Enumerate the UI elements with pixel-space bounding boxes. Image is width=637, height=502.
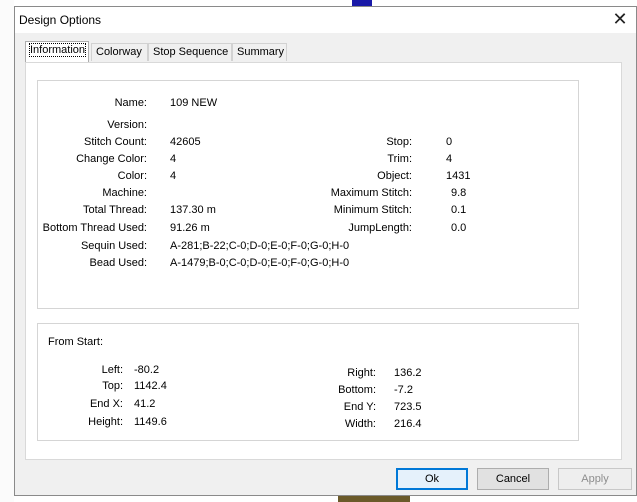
end-x-value: 41.2 (134, 398, 156, 410)
name-label: Name: (114, 97, 147, 109)
from-start-group: From Start: Left: -80.2 Top: 1142.4 End … (37, 323, 579, 441)
end-y-value: 723.5 (394, 401, 422, 413)
right-label: Right: (347, 367, 376, 379)
sequin-used-value: A-281;B-22;C-0;D-0;E-0;F-0;G-0;H-0 (170, 240, 350, 252)
from-start-heading: From Start: (48, 336, 104, 348)
stitch-count-value: 42605 (170, 136, 201, 148)
information-tab-panel: Name: 109 NEW Version: Stitch Count: 426… (25, 62, 622, 460)
bottom-value: -7.2 (394, 384, 413, 396)
tab-summary[interactable]: Summary (232, 43, 287, 61)
design-info-group: Name: 109 NEW Version: Stitch Count: 426… (37, 80, 579, 309)
end-x-label: End X: (89, 398, 123, 410)
tab-stop-sequence[interactable]: Stop Sequence (148, 43, 232, 61)
version-label: Version: (107, 119, 147, 131)
dialog-title: Design Options (19, 13, 102, 27)
end-y-label: End Y: (343, 401, 376, 413)
left-label: Left: (101, 364, 123, 376)
bottom-label: Bottom: (338, 384, 376, 396)
width-label: Width: (344, 418, 376, 430)
stop-value: 0 (446, 136, 453, 148)
height-label: Height: (88, 416, 123, 428)
trim-label: Trim: (387, 153, 412, 165)
minimum-stitch-label: Minimum Stitch: (333, 204, 412, 216)
left-value: -80.2 (134, 364, 160, 376)
bead-used-value: A-1479;B-0;C-0;D-0;E-0;F-0;G-0;H-0 (170, 257, 350, 269)
color-label: Color: (117, 170, 147, 182)
minimum-stitch-value: 0.1 (451, 204, 467, 216)
height-value: 1149.6 (134, 416, 167, 428)
tab-information[interactable]: Information (25, 41, 89, 62)
cancel-button[interactable]: Cancel (477, 468, 549, 490)
trim-value: 4 (446, 153, 453, 165)
machine-label: Machine: (102, 187, 147, 199)
stitch-count-label: Stitch Count: (84, 136, 147, 148)
ok-button[interactable]: Ok (396, 468, 468, 490)
title-bar[interactable]: Design Options ✕ (15, 7, 636, 33)
jump-length-value: 0.0 (451, 222, 467, 234)
background-strip (0, 0, 14, 502)
bottom-thread-value: 91.26 m (170, 222, 210, 234)
object-value: 1431 (446, 170, 471, 182)
bottom-thread-label: Bottom Thread Used: (42, 222, 147, 234)
maximum-stitch-label: Maximum Stitch: (330, 187, 412, 199)
total-thread-value: 137.30 m (170, 204, 216, 216)
change-color-label: Change Color: (76, 153, 147, 165)
maximum-stitch-value: 9.8 (451, 187, 467, 199)
object-label: Object: (377, 170, 412, 182)
total-thread-label: Total Thread: (82, 204, 147, 216)
top-value: 1142.4 (134, 380, 167, 392)
tab-colorway[interactable]: Colorway (91, 43, 148, 61)
jump-length-label: JumpLength: (348, 222, 412, 234)
sequin-used-label: Sequin Used: (80, 240, 147, 252)
width-value: 216.4 (394, 418, 422, 430)
design-options-dialog: Design Options ✕ Information Colorway St… (14, 6, 637, 496)
stop-label: Stop: (386, 136, 412, 148)
color-value: 4 (170, 170, 177, 182)
top-label: Top: (102, 380, 123, 392)
close-icon[interactable]: ✕ (610, 9, 630, 29)
right-value: 136.2 (394, 367, 422, 379)
change-color-value: 4 (170, 153, 177, 165)
apply-button[interactable]: Apply (558, 468, 632, 490)
name-value: 109 NEW (170, 97, 218, 109)
bead-used-label: Bead Used: (89, 257, 147, 269)
